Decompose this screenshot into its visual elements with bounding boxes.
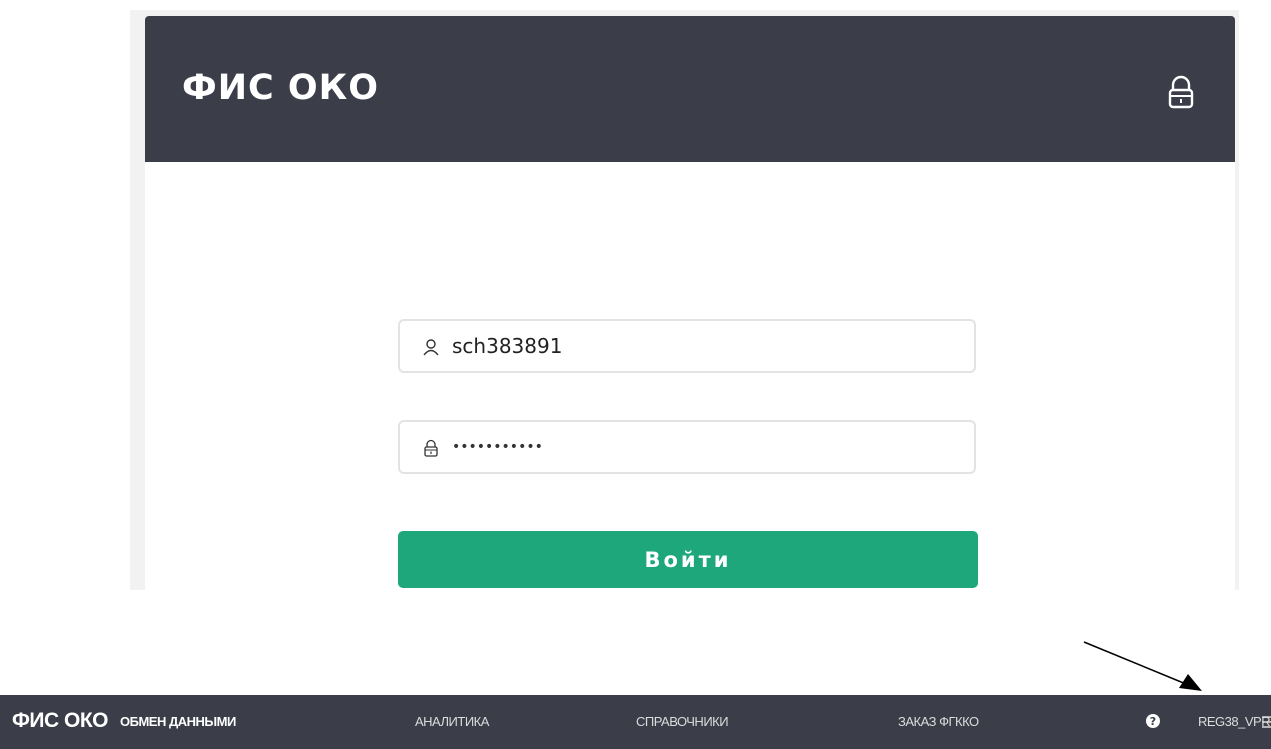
login-card-frame: ФИС ОКО Войти xyxy=(130,10,1239,590)
nav-item-fgkko-order[interactable]: ЗАКАЗ ФГККО xyxy=(898,714,979,729)
username-input[interactable] xyxy=(452,329,952,363)
password-field[interactable] xyxy=(398,420,976,474)
user-menu[interactable]: REG38_VPR xyxy=(1198,714,1271,729)
top-navbar: ФИС ОКО ОБМЕН ДАННЫМИ АНАЛИТИКА СПРАВОЧН… xyxy=(0,695,1271,749)
nav-item-data-exchange[interactable]: ОБМЕН ДАННЫМИ xyxy=(120,714,236,729)
login-header: ФИС ОКО xyxy=(145,16,1235,162)
username-field[interactable] xyxy=(398,319,976,373)
login-card: ФИС ОКО Войти xyxy=(145,16,1235,590)
nav-item-analytics[interactable]: АНАЛИТИКА xyxy=(415,714,489,729)
password-input[interactable] xyxy=(452,430,952,464)
navbar-logo[interactable]: ФИС ОКО xyxy=(12,709,109,733)
user-icon xyxy=(423,339,439,356)
lock-icon xyxy=(424,439,438,457)
nav-item-directories[interactable]: СПРАВОЧНИКИ xyxy=(636,714,729,729)
menu-icon[interactable] xyxy=(1262,715,1271,729)
help-icon[interactable]: ? xyxy=(1145,713,1161,729)
app-title: ФИС ОКО xyxy=(182,68,379,108)
svg-text:?: ? xyxy=(1150,715,1156,728)
login-button[interactable]: Войти xyxy=(398,531,978,588)
lock-icon xyxy=(1168,75,1194,109)
arrow-annotation-icon xyxy=(1083,641,1202,691)
